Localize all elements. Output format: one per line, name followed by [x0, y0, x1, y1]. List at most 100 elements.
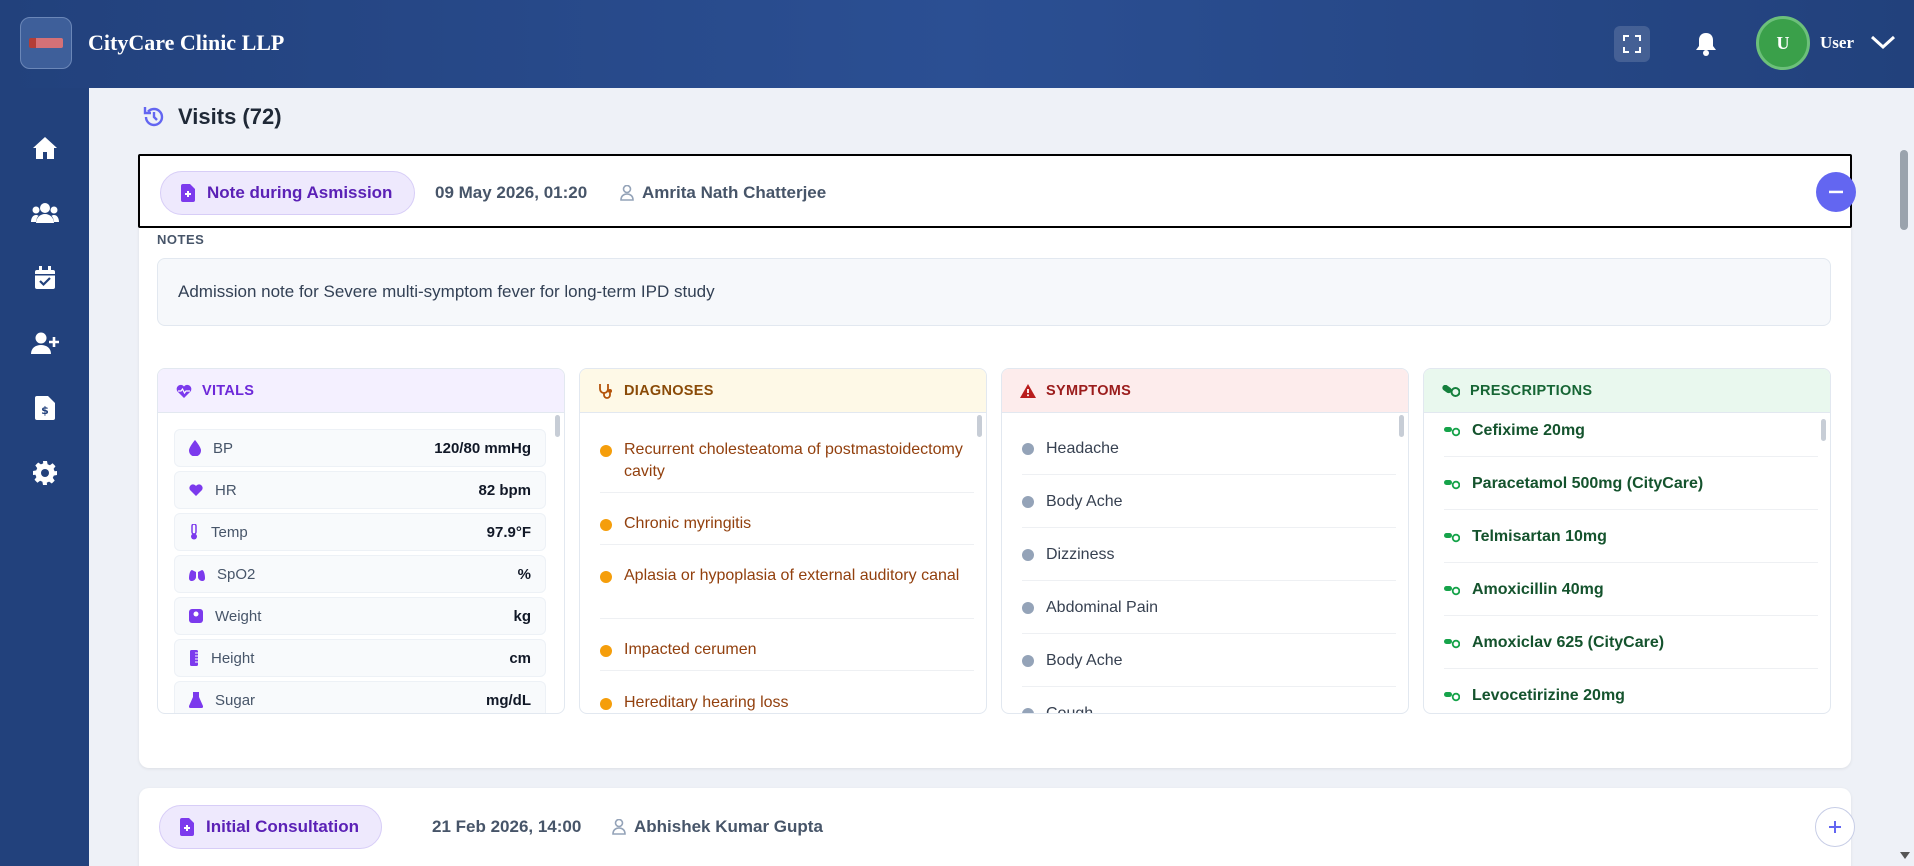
- pills-icon: [1444, 638, 1460, 648]
- doctor-name: Abhishek Kumar Gupta: [634, 817, 823, 836]
- pills-icon: [1442, 384, 1460, 397]
- thermometer-icon: [191, 524, 197, 540]
- visit-type-label: Initial Consultation: [206, 817, 359, 836]
- drop-icon: [189, 440, 201, 456]
- sidebar-item-patients[interactable]: [30, 198, 60, 228]
- pills-icon: [1444, 585, 1460, 595]
- plus-icon: [1829, 821, 1841, 833]
- heart-pulse-icon: [176, 384, 192, 398]
- prescriptions-panel: PRESCRIPTIONS Cefixime 20mg Paracetamol …: [1423, 368, 1831, 714]
- vitals-title: VITALS: [202, 382, 255, 399]
- history-icon: [143, 107, 164, 127]
- sidebar-item-home[interactable]: [30, 133, 60, 163]
- symptoms-title: SYMPTOMS: [1046, 382, 1132, 399]
- vitals-list[interactable]: BP 120/80 mmHg HR 82 bpm Temp 97.9°F SpO…: [158, 413, 564, 713]
- file-medical-icon: [180, 818, 194, 836]
- list-item: Headache: [1022, 423, 1396, 475]
- list-item: Impacted cerumen: [600, 639, 974, 671]
- list-item: Body Ache: [1022, 476, 1396, 528]
- page-title: Visits (72): [178, 104, 282, 129]
- users-icon: [31, 203, 59, 223]
- symptoms-header: SYMPTOMS: [1002, 369, 1408, 413]
- lungs-icon: [189, 567, 205, 581]
- prescriptions-header: PRESCRIPTIONS: [1424, 369, 1830, 413]
- sidebar: $: [0, 88, 89, 866]
- sidebar-item-add-patient[interactable]: [30, 328, 60, 358]
- expand-visit-button[interactable]: [1815, 807, 1855, 847]
- sidebar-item-billing[interactable]: $: [30, 393, 60, 423]
- avatar[interactable]: U: [1756, 16, 1810, 70]
- weight-icon: [189, 609, 203, 623]
- svg-text:$: $: [41, 404, 49, 417]
- scrollbar[interactable]: [977, 415, 982, 437]
- minus-icon: [1829, 190, 1843, 194]
- notes-label: NOTES: [157, 232, 205, 247]
- prescriptions-list[interactable]: Cefixime 20mg Paracetamol 500mg (CityCar…: [1424, 413, 1830, 713]
- home-icon: [33, 137, 57, 159]
- scrollbar[interactable]: [555, 415, 560, 437]
- page-scrollbar[interactable]: [1900, 150, 1908, 230]
- vital-row: SpO2 %: [174, 555, 546, 593]
- visit-card[interactable]: Initial Consultation 21 Feb 2026, 14:00 …: [139, 788, 1855, 866]
- brand-name: CityCare Clinic LLP: [88, 30, 285, 55]
- pills-icon: [1444, 691, 1460, 701]
- pills-icon: [1444, 479, 1460, 489]
- ruler-icon: [190, 650, 198, 666]
- vital-row: Height cm: [174, 639, 546, 677]
- visit-type-badge: Initial Consultation: [159, 805, 382, 849]
- fullscreen-button[interactable]: [1614, 26, 1650, 62]
- file-medical-icon: [181, 184, 195, 202]
- scroll-down-arrow-icon[interactable]: [1900, 852, 1910, 859]
- list-item: Recurrent cholesteatoma of postmastoidec…: [600, 439, 974, 493]
- list-item: Aplasia or hypoplasia of external audito…: [600, 565, 974, 619]
- visit-header[interactable]: Note during Asmission 09 May 2026, 01:20…: [138, 154, 1856, 228]
- list-item: Dizziness: [1022, 529, 1396, 581]
- bell-icon: [1696, 33, 1716, 56]
- flask-icon: [189, 692, 203, 708]
- scrollbar[interactable]: [1399, 415, 1404, 437]
- diagnoses-list[interactable]: Recurrent cholesteatoma of postmastoidec…: [580, 413, 986, 713]
- expand-icon: [1623, 35, 1641, 53]
- main-content: Visits (72) Note during Asmission 09 May…: [112, 88, 1876, 866]
- visit-type-badge: Note during Asmission: [160, 171, 416, 215]
- visit-date: 21 Feb 2026, 14:00: [432, 817, 582, 836]
- list-item: Cough: [1022, 688, 1396, 713]
- list-item: Hereditary hearing loss: [600, 692, 974, 713]
- doctor-icon: [620, 185, 634, 201]
- vital-row: Temp 97.9°F: [174, 513, 546, 551]
- clinic-logo[interactable]: [20, 17, 72, 69]
- sidebar-item-appointments[interactable]: [30, 263, 60, 293]
- visits-header: Visits (72): [142, 104, 282, 130]
- list-item: Abdominal Pain: [1022, 582, 1396, 634]
- collapse-visit-button[interactable]: [1816, 172, 1856, 212]
- list-item: Body Ache: [1022, 635, 1396, 687]
- notes-text: Admission note for Severe multi-symptom …: [157, 258, 1831, 326]
- list-item: Amoxiclav 625 (CityCare): [1444, 617, 1818, 669]
- visit-doctor: Amrita Nath Chatterjee: [620, 183, 826, 203]
- vitals-header: VITALS: [158, 369, 564, 413]
- symptoms-list[interactable]: Headache Body Ache Dizziness Abdominal P…: [1002, 413, 1408, 713]
- visit-doctor: Abhishek Kumar Gupta: [612, 817, 823, 837]
- doctor-icon: [612, 819, 626, 835]
- vital-row: HR 82 bpm: [174, 471, 546, 509]
- list-item: Levocetirizine 20mg: [1444, 670, 1818, 713]
- list-item: Amoxicillin 40mg: [1444, 564, 1818, 616]
- user-plus-icon: [31, 332, 59, 354]
- gear-icon: [33, 461, 57, 485]
- calendar-check-icon: [35, 266, 55, 289]
- visit-type-label: Note during Asmission: [207, 183, 393, 202]
- stethoscope-icon: [599, 383, 612, 399]
- vital-row: Sugar mg/dL: [174, 681, 546, 713]
- notifications-button[interactable]: [1688, 26, 1724, 62]
- user-menu-label[interactable]: User: [1820, 33, 1854, 53]
- sidebar-item-settings[interactable]: [30, 458, 60, 488]
- invoice-icon: $: [35, 396, 55, 420]
- vital-row: Weight kg: [174, 597, 546, 635]
- warning-icon: [1020, 383, 1036, 398]
- chevron-down-icon[interactable]: [1870, 34, 1896, 50]
- visit-card: Note during Asmission 09 May 2026, 01:20…: [138, 154, 1856, 768]
- symptoms-panel: SYMPTOMS Headache Body Ache Dizziness Ab…: [1001, 368, 1409, 714]
- prescriptions-title: PRESCRIPTIONS: [1470, 382, 1593, 399]
- visit-date: 09 May 2026, 01:20: [435, 183, 588, 202]
- scrollbar[interactable]: [1821, 419, 1826, 441]
